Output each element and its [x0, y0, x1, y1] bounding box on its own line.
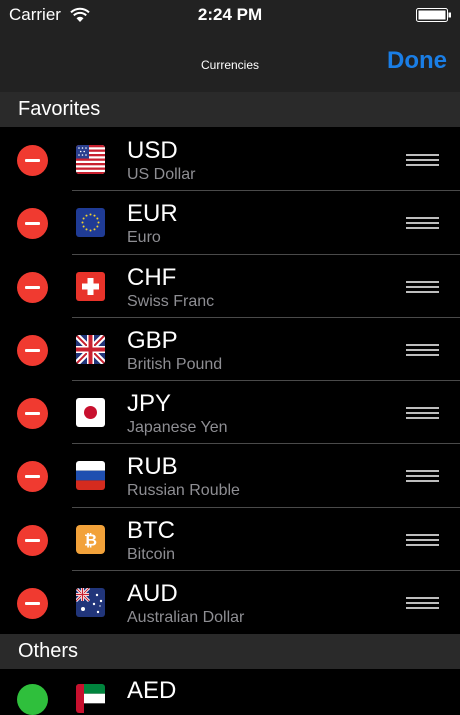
eu-flag-icon — [76, 208, 105, 238]
reorder-handle-icon[interactable] — [406, 407, 439, 420]
bitcoin-icon: ₿ — [76, 524, 105, 554]
delete-button[interactable] — [17, 524, 48, 556]
reorder-handle-icon[interactable] — [406, 217, 439, 230]
us-flag-icon — [76, 145, 105, 174]
currency-name: US Dollar — [127, 166, 196, 183]
japan-flag-icon — [76, 398, 105, 428]
delete-button[interactable] — [17, 145, 48, 176]
delete-button[interactable] — [17, 208, 48, 240]
list-item: EUR Euro — [0, 191, 460, 255]
currency-code: GBP — [127, 326, 178, 354]
currency-code: AED — [127, 677, 177, 704]
reorder-handle-icon[interactable] — [406, 470, 439, 483]
navigation-bar: Currencies Done — [0, 30, 460, 93]
list-item: JPY Japanese Yen — [0, 381, 460, 445]
currency-name: Swiss Franc — [127, 292, 215, 310]
done-button[interactable]: Done — [387, 47, 447, 75]
currency-code: JPY — [127, 390, 172, 418]
list-item: RUB Russian Rouble — [0, 444, 460, 508]
delete-button[interactable] — [17, 398, 48, 430]
favorites-list: USD US Dollar EUR Euro CHF Swiss Franc G… — [0, 128, 460, 634]
currency-code: CHF — [127, 263, 177, 291]
currency-name: British Pound — [127, 355, 223, 373]
currency-name: Euro — [127, 229, 161, 247]
delete-button[interactable] — [17, 334, 48, 366]
battery-icon — [416, 8, 451, 22]
reorder-handle-icon[interactable] — [406, 154, 439, 167]
delete-button[interactable] — [17, 461, 48, 493]
section-header-others: Others — [0, 634, 460, 669]
delete-button[interactable] — [17, 271, 48, 303]
list-item: USD US Dollar — [0, 128, 460, 192]
status-bar: Carrier 2:24 PM — [0, 0, 460, 30]
currency-code: USD — [127, 137, 178, 164]
russia-flag-icon — [76, 461, 105, 491]
reorder-handle-icon[interactable] — [406, 597, 439, 610]
list-item: CHF Swiss Franc — [0, 255, 460, 318]
reorder-handle-icon[interactable] — [406, 343, 439, 357]
uk-flag-icon — [76, 334, 105, 364]
currency-code: RUB — [127, 453, 178, 481]
australia-flag-icon — [76, 588, 105, 618]
list-item: AED — [0, 670, 460, 715]
currency-name: Australian Dollar — [127, 609, 245, 627]
currency-code: AUD — [127, 580, 178, 608]
currency-code: EUR — [127, 200, 178, 228]
list-item: AUD Australian Dollar — [0, 571, 460, 634]
currency-name: Bitcoin — [127, 545, 176, 563]
add-button[interactable] — [17, 684, 48, 715]
status-time: 2:24 PM — [197, 5, 263, 24]
uae-flag-icon — [76, 684, 105, 713]
currency-code: BTC — [127, 516, 175, 544]
list-item: GBP British Pound — [0, 318, 460, 382]
reorder-handle-icon[interactable] — [406, 280, 439, 294]
swiss-flag-icon — [76, 271, 105, 301]
currency-name: Japanese Yen — [127, 419, 228, 437]
list-item: ₿ BTC Bitcoin — [0, 508, 460, 572]
section-header-favorites: Favorites — [0, 92, 460, 127]
currency-name: Russian Rouble — [127, 482, 240, 500]
delete-button[interactable] — [17, 588, 48, 620]
reorder-handle-icon[interactable] — [406, 533, 439, 547]
svg-text:₿: ₿ — [84, 530, 97, 549]
